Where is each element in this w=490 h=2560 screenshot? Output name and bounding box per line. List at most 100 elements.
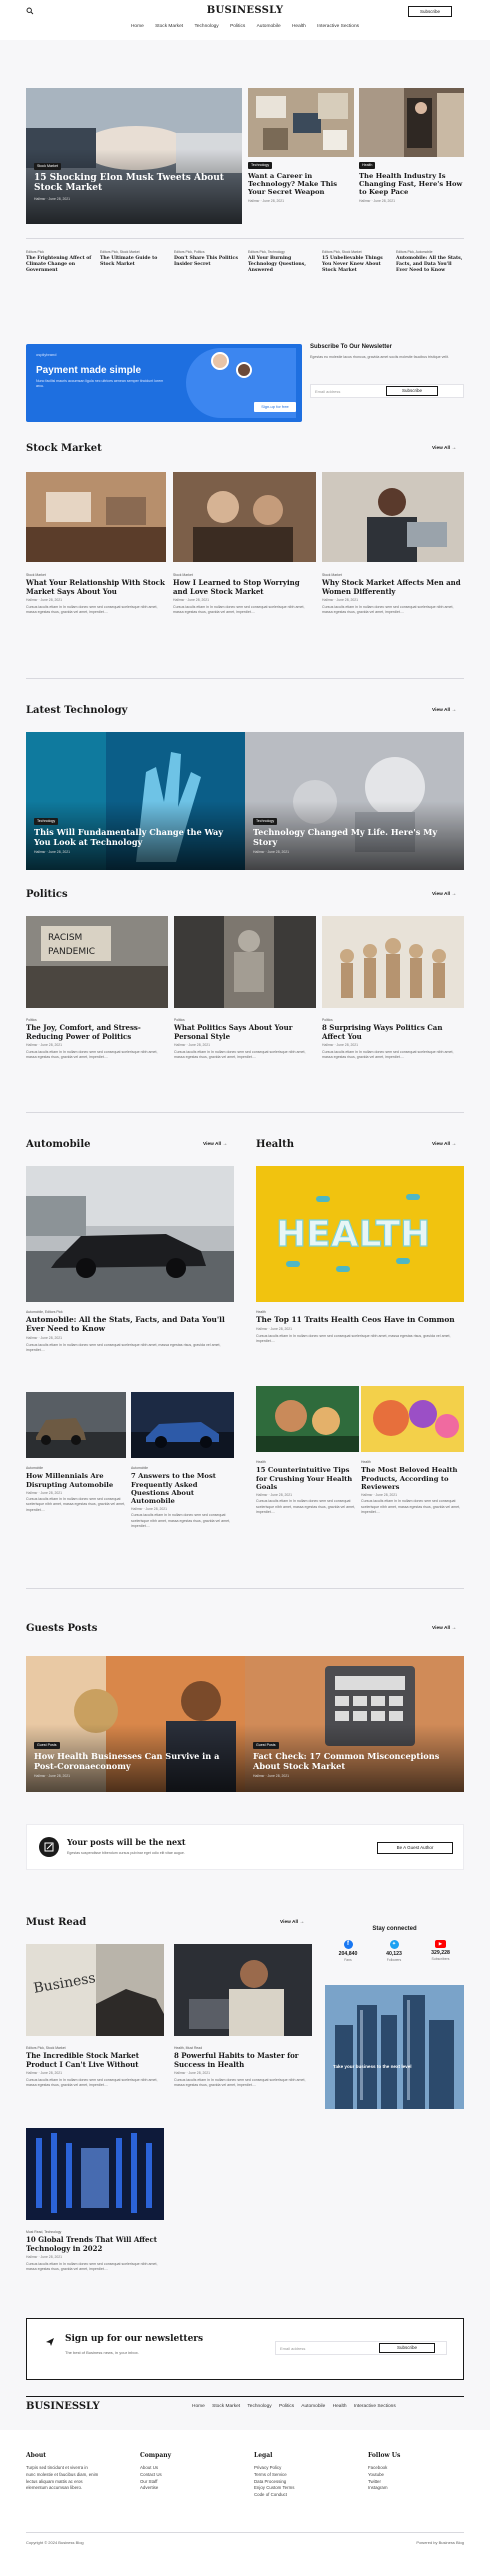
- author[interactable]: Hallmsr: [173, 598, 185, 602]
- footer-nav-technology[interactable]: Technology: [247, 2404, 271, 2409]
- hero-side-image-2[interactable]: [359, 88, 464, 157]
- author[interactable]: Hallmsr: [174, 2071, 186, 2075]
- author[interactable]: Hallmsr: [26, 1336, 38, 1340]
- view-all-technology[interactable]: View All →: [432, 708, 456, 714]
- category[interactable]: Health: [256, 1460, 359, 1464]
- category[interactable]: Editors Pick, Stock Market: [322, 250, 392, 254]
- author[interactable]: Hallmsr: [34, 850, 46, 854]
- health-image-3[interactable]: [361, 1386, 464, 1452]
- health-main-image[interactable]: HEALTH: [256, 1166, 464, 1302]
- nav-home[interactable]: Home: [131, 24, 144, 29]
- tech-title-1[interactable]: This Will Fundamentally Change the Way Y…: [34, 827, 234, 848]
- author[interactable]: Hallmsr: [26, 598, 38, 602]
- newsletter-subscribe-button[interactable]: Subscribe: [386, 386, 438, 396]
- article-title[interactable]: The Most Beloved Health Products, Accord…: [361, 1466, 464, 1490]
- footer-link[interactable]: Instagram: [368, 2485, 388, 2492]
- hero-side-title-2[interactable]: The Health Industry Is Changing Fast, He…: [359, 172, 464, 196]
- stock-image-2[interactable]: [173, 472, 316, 562]
- badge[interactable]: Guest Posts: [34, 1742, 60, 1749]
- category[interactable]: Health, Must Read: [174, 2046, 312, 2050]
- badge[interactable]: Technology: [34, 818, 59, 825]
- guest-title-1[interactable]: How Health Businesses Can Survive in a P…: [34, 1751, 234, 1772]
- ticker-title[interactable]: All Your Burning Technology Questions, A…: [248, 256, 318, 274]
- category[interactable]: Politics: [26, 1018, 168, 1022]
- facebook-counter[interactable]: f 204,840 Fans: [325, 1940, 371, 1962]
- footer-link[interactable]: About Us: [140, 2465, 162, 2472]
- author[interactable]: Hallmsr: [174, 1043, 186, 1047]
- tech-title-2[interactable]: Technology Changed My Life. Here's My St…: [253, 827, 453, 848]
- category[interactable]: Automobile: [131, 1466, 234, 1470]
- author[interactable]: Hallmsr: [248, 199, 260, 203]
- automobile-image-3[interactable]: [131, 1392, 234, 1458]
- footer-link[interactable]: Contact Us: [140, 2472, 162, 2479]
- ticker-title[interactable]: Don't Share This Politics Insider Secret: [174, 256, 244, 268]
- stock-image-3[interactable]: [322, 472, 464, 562]
- hero-main-image[interactable]: [26, 88, 242, 224]
- view-all-health[interactable]: View All →: [432, 1142, 456, 1148]
- category[interactable]: Editors Pick, Stock Market: [26, 2046, 164, 2050]
- footer-link[interactable]: Privacy Policy: [254, 2465, 294, 2472]
- politics-image-1[interactable]: RACISM PANDEMIC: [26, 916, 168, 1008]
- guest-title-2[interactable]: Fact Check: 17 Common Misconceptions Abo…: [253, 1751, 453, 1772]
- article-title[interactable]: 15 Counterintuitive Tips for Crushing Yo…: [256, 1466, 359, 1490]
- author[interactable]: Hallmsr: [253, 850, 265, 854]
- footer-link[interactable]: Terms of Service: [254, 2472, 294, 2479]
- category[interactable]: Automobile, Editors Pick: [26, 1310, 234, 1314]
- article-title[interactable]: Automobile: All the Stats, Facts, and Da…: [26, 1316, 234, 1334]
- badge[interactable]: Technology: [248, 162, 273, 169]
- author[interactable]: Hallmsr: [256, 1493, 268, 1497]
- view-all-politics[interactable]: View All →: [432, 892, 456, 898]
- category[interactable]: Editors Pick, Technology: [248, 250, 318, 254]
- article-title[interactable]: 10 Global Trends That Will Affect Techno…: [26, 2236, 164, 2253]
- author[interactable]: Hallmsr: [26, 2071, 38, 2075]
- author[interactable]: Hallmsr: [131, 1507, 143, 1511]
- category[interactable]: Health: [361, 1460, 464, 1464]
- footer-link[interactable]: Enjoy Custom Terms: [254, 2485, 294, 2492]
- ticker-title[interactable]: Automobile: All the Stats, Facts, and Da…: [396, 256, 464, 274]
- category[interactable]: Editors Pick: [26, 250, 96, 254]
- author[interactable]: Hallmsr: [253, 1774, 265, 1778]
- author[interactable]: Hallmsr: [361, 1493, 373, 1497]
- nav-stock-market[interactable]: Stock Market: [155, 24, 183, 29]
- bottom-newsletter-subscribe-button[interactable]: Subscribe: [379, 2343, 435, 2353]
- nav-health[interactable]: Health: [292, 24, 306, 29]
- category[interactable]: Stock Market: [173, 573, 316, 577]
- badge[interactable]: Technology: [253, 818, 278, 825]
- nav-technology[interactable]: Technology: [194, 24, 218, 29]
- footer-link[interactable]: Advertise: [140, 2485, 162, 2492]
- view-all-stock[interactable]: View All →: [432, 446, 456, 452]
- footer-link[interactable]: Code of Conduct: [254, 2492, 294, 2499]
- article-title[interactable]: Why Stock Market Affects Men and Women D…: [322, 579, 464, 596]
- nav-politics[interactable]: Politics: [230, 24, 245, 29]
- author[interactable]: Hallmsr: [34, 1774, 46, 1778]
- hero-main-title[interactable]: 15 Shocking Elon Musk Tweets About Stock…: [34, 173, 234, 195]
- promo-banner[interactable]: ospiiybrand Payment made simple Nunc fac…: [26, 344, 302, 422]
- footer-link[interactable]: Our Staff: [140, 2479, 162, 2486]
- automobile-image-2[interactable]: [26, 1392, 126, 1458]
- article-title[interactable]: 7 Answers to the Most Frequently Asked Q…: [131, 1472, 234, 1505]
- footer-link[interactable]: Youtube: [368, 2472, 388, 2479]
- politics-image-3[interactable]: [322, 916, 464, 1008]
- guest-author-button[interactable]: Be A Guest Author: [377, 1842, 453, 1854]
- view-all-must-read[interactable]: View All →: [280, 1920, 304, 1926]
- must-read-image-2[interactable]: [174, 1944, 312, 2036]
- badge[interactable]: Health: [359, 162, 376, 169]
- article-title[interactable]: 8 Powerful Habits to Master for Success …: [174, 2052, 312, 2069]
- author[interactable]: Hallmsr: [359, 199, 371, 203]
- article-title[interactable]: The Top 11 Traits Health Ceos Have in Co…: [256, 1316, 464, 1325]
- footer-link[interactable]: Facebook: [368, 2465, 388, 2472]
- badge[interactable]: Guest Posts: [253, 1742, 279, 1749]
- view-all-automobile[interactable]: View All →: [203, 1142, 227, 1148]
- author[interactable]: Hallmsr: [322, 598, 334, 602]
- category[interactable]: Politics: [322, 1018, 464, 1022]
- footer-link[interactable]: Data Processing: [254, 2479, 294, 2486]
- article-title[interactable]: The Incredible Stock Market Product I Ca…: [26, 2052, 164, 2069]
- category[interactable]: Stock Market: [26, 573, 166, 577]
- ticker-title[interactable]: 15 Unbelievable Things You Never Knew Ab…: [322, 256, 392, 274]
- view-all-guests[interactable]: View All →: [432, 1626, 456, 1632]
- stock-image-1[interactable]: [26, 472, 166, 562]
- nav-interactive-sections[interactable]: Interactive Sections: [317, 24, 359, 29]
- ticker-title[interactable]: The Frightening Affect of Climate Change…: [26, 256, 96, 274]
- footer-logo[interactable]: BUSINESSLY: [26, 2400, 100, 2413]
- ticker-title[interactable]: The Ultimate Guide to Stock Market: [100, 256, 170, 268]
